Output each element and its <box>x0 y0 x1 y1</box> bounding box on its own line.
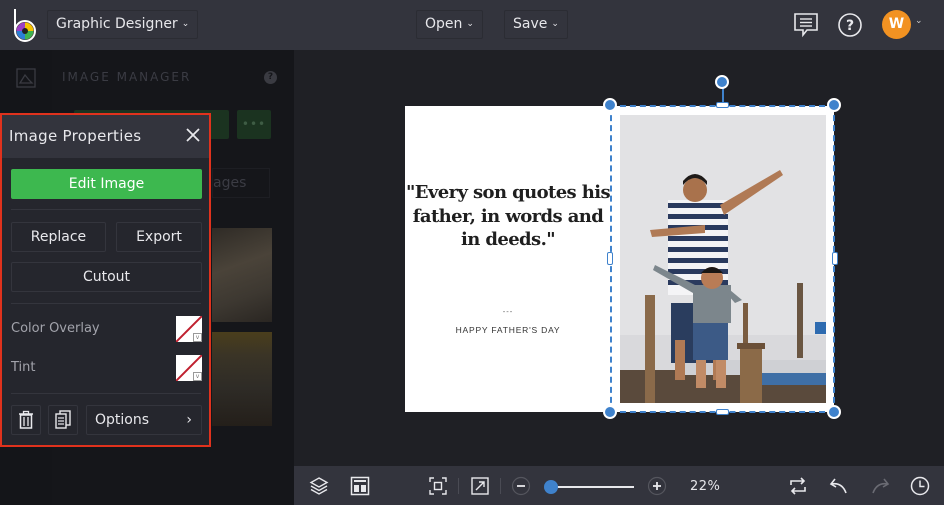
redo-icon[interactable] <box>870 476 890 496</box>
trash-icon <box>19 410 33 429</box>
zoom-slider-thumb[interactable] <box>544 480 558 494</box>
color-overlay-swatch[interactable]: v <box>176 316 202 342</box>
resize-handle-top-right[interactable] <box>827 98 841 112</box>
zoom-percent: 22% <box>690 479 721 494</box>
chevron-down-icon: v <box>193 333 202 342</box>
open-menu-label: Open <box>425 16 463 32</box>
resize-handle-left[interactable] <box>607 252 613 265</box>
image-thumbnail[interactable] <box>212 228 272 322</box>
help-icon[interactable]: ? <box>837 12 863 38</box>
toolbar-divider <box>500 478 501 494</box>
replace-button[interactable]: Replace <box>11 222 106 252</box>
zoom-out-icon[interactable] <box>511 476 531 496</box>
fit-screen-icon[interactable] <box>428 476 448 496</box>
tint-swatch[interactable]: v <box>176 355 202 381</box>
export-button[interactable]: Export <box>116 222 202 252</box>
rotate-connector <box>722 88 724 102</box>
chevron-right-icon: › <box>186 412 192 428</box>
images-tab[interactable]: ages <box>212 168 270 198</box>
resize-handle-bottom-right[interactable] <box>827 405 841 419</box>
divider <box>11 303 201 304</box>
panel-header: Image Properties <box>2 115 209 158</box>
mode-menu-label: Graphic Designer <box>56 16 178 32</box>
image-icon[interactable] <box>16 68 36 88</box>
duplicate-button[interactable] <box>48 405 78 435</box>
zoom-slider-track[interactable] <box>548 486 634 488</box>
chevron-down-icon[interactable]: ⌄ <box>915 16 923 26</box>
selection-box <box>610 105 835 413</box>
swap-icon[interactable] <box>788 476 808 496</box>
top-bar: Graphic Designer ⌄ Open ⌄ Save ⌄ ? W ⌄ <box>0 0 944 50</box>
card-text-panel[interactable]: "Every son quotes his father, in words a… <box>405 106 611 412</box>
comment-icon[interactable] <box>793 12 819 38</box>
resize-handle-bottom-left[interactable] <box>603 405 617 419</box>
resize-handle-right[interactable] <box>832 252 838 265</box>
befunky-logo-icon[interactable] <box>10 8 40 42</box>
rotate-handle[interactable] <box>715 75 729 89</box>
divider-dots: --- <box>502 308 514 316</box>
resize-handle-top-left[interactable] <box>603 98 617 112</box>
save-menu-button[interactable]: Save ⌄ <box>504 10 568 39</box>
options-button[interactable]: Options › <box>86 405 202 435</box>
divider <box>11 209 201 210</box>
undo-icon[interactable] <box>829 476 849 496</box>
image-thumbnail[interactable] <box>212 332 272 426</box>
cutout-button[interactable]: Cutout <box>11 262 202 292</box>
chevron-down-icon: ⌄ <box>551 19 559 29</box>
chevron-down-icon: v <box>193 372 202 381</box>
layers-icon[interactable] <box>309 476 329 496</box>
caption-text[interactable]: HAPPY FATHER'S DAY <box>405 325 611 335</box>
zoom-in-icon[interactable] <box>647 476 667 496</box>
quote-text[interactable]: "Every son quotes his father, in words a… <box>405 181 611 252</box>
divider <box>11 393 201 394</box>
actual-size-icon[interactable] <box>470 476 490 496</box>
open-menu-button[interactable]: Open ⌄ <box>416 10 483 39</box>
resize-handle-bottom[interactable] <box>716 409 729 415</box>
panel-title: Image Properties <box>9 127 142 145</box>
resize-handle-top[interactable] <box>716 102 729 108</box>
options-label: Options <box>95 412 150 428</box>
image-manager-title: IMAGE MANAGER <box>62 70 192 84</box>
edit-image-button[interactable]: Edit Image <box>11 169 202 199</box>
user-avatar[interactable]: W <box>882 10 911 39</box>
mode-menu-button[interactable]: Graphic Designer ⌄ <box>47 10 199 39</box>
more-options-button[interactable]: ••• <box>237 110 271 139</box>
close-icon[interactable] <box>185 127 201 143</box>
history-icon[interactable] <box>910 476 930 496</box>
color-overlay-label: Color Overlay <box>11 321 100 336</box>
chevron-down-icon: ⌄ <box>466 19 474 29</box>
delete-button[interactable] <box>11 405 41 435</box>
image-properties-panel: Image Properties Edit Image Replace Expo… <box>0 113 211 447</box>
layout-icon[interactable] <box>350 476 370 496</box>
chevron-down-icon: ⌄ <box>181 19 190 29</box>
help-icon[interactable]: ? <box>264 71 277 84</box>
duplicate-icon <box>55 410 71 429</box>
save-menu-label: Save <box>513 16 548 32</box>
toolbar-divider <box>458 478 459 494</box>
tint-label: Tint <box>11 360 36 375</box>
svg-text:?: ? <box>846 18 854 34</box>
